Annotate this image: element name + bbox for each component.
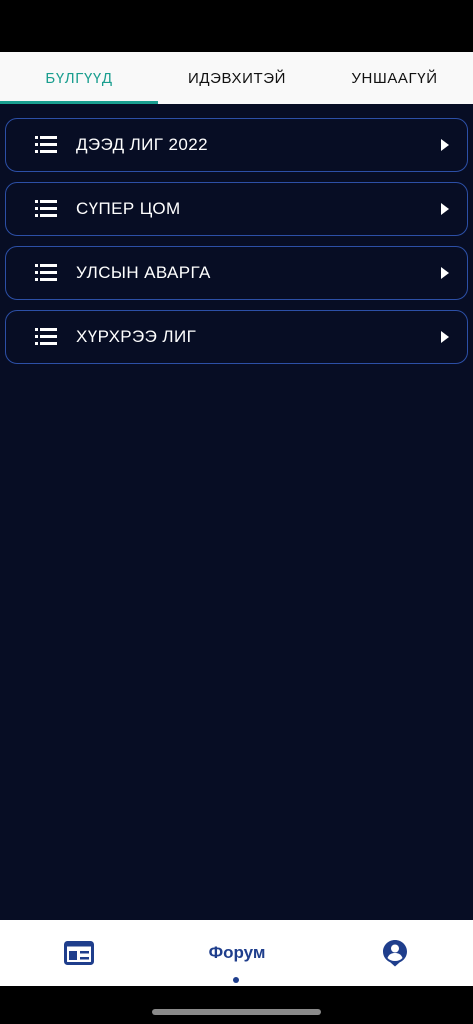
category-item[interactable]: ДЭЭД ЛИГ 2022 [5,118,468,172]
tab-unread-label: УНШААГҮЙ [351,69,438,87]
system-navigation-bar [0,986,473,1024]
category-label: УЛСЫН АВАРГА [76,263,211,282]
nav-forum-label: Форум [208,943,266,962]
tab-bar: БҮЛГҮҮД ИДЭВХИТЭЙ УНШААГҮЙ [0,52,473,104]
category-item[interactable]: СҮПЕР ЦОМ [5,182,468,236]
list-icon [35,200,57,217]
app-screen: БҮЛГҮҮД ИДЭВХИТЭЙ УНШААГҮЙ ДЭЭД ЛИГ 2022 [0,0,473,1024]
chevron-right-icon [441,267,449,279]
chevron-right-icon [441,139,449,151]
tab-groups-label: БҮЛГҮҮД [45,69,113,87]
category-item[interactable]: ХҮРХРЭЭ ЛИГ [5,310,468,364]
list-icon [35,136,57,153]
category-list: ДЭЭД ЛИГ 2022 СҮПЕР ЦОМ УЛСЫН АВАРГА ХҮР… [5,118,468,374]
category-label: ХҮРХРЭЭ ЛИГ [76,327,197,346]
list-icon [35,264,57,281]
chevron-right-icon [441,331,449,343]
tab-active[interactable]: ИДЭВХИТЭЙ [158,52,316,104]
active-nav-indicator [233,977,239,983]
bottom-navigation: Форум [0,920,473,986]
nav-forum[interactable]: Форум [158,920,316,986]
tab-groups[interactable]: БҮЛГҮҮД [0,52,158,104]
status-bar [0,0,473,52]
tab-unread[interactable]: УНШААГҮЙ [316,52,473,104]
tab-active-label: ИДЭВХИТЭЙ [188,69,286,87]
profile-icon [382,940,407,967]
home-indicator[interactable] [152,1009,321,1015]
category-label: СҮПЕР ЦОМ [76,199,181,218]
category-item[interactable]: УЛСЫН АВАРГА [5,246,468,300]
category-label: ДЭЭД ЛИГ 2022 [76,135,208,154]
list-icon [35,328,57,345]
news-icon [64,941,94,965]
chevron-right-icon [441,203,449,215]
nav-news[interactable] [0,920,158,986]
main-content: ДЭЭД ЛИГ 2022 СҮПЕР ЦОМ УЛСЫН АВАРГА ХҮР… [0,104,473,1012]
nav-profile[interactable] [316,920,473,986]
